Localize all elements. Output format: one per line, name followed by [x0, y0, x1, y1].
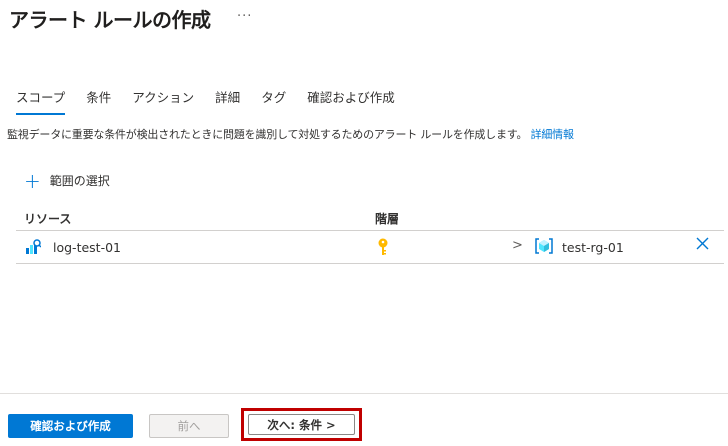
tab-scope[interactable]: スコープ	[16, 87, 66, 115]
chevron-right-icon: >	[512, 238, 523, 253]
column-header-hierarchy: 階層	[375, 212, 400, 226]
table-header-divider	[16, 230, 724, 231]
key-icon	[378, 238, 388, 255]
tab-details[interactable]: 詳細	[215, 87, 240, 111]
select-scope-button[interactable]: + 範囲の選択	[24, 168, 110, 193]
tab-review-create[interactable]: 確認および作成	[307, 87, 395, 111]
resource-group-name: test-rg-01	[562, 240, 624, 255]
page-title: アラート ルールの作成	[9, 8, 211, 32]
close-icon[interactable]	[695, 236, 710, 251]
learn-more-link[interactable]: 詳細情報	[531, 128, 574, 141]
next-button-highlight: 次へ: 条件 >	[241, 408, 362, 441]
column-header-resource: リソース	[24, 212, 72, 226]
tab-bar: スコープ 条件 アクション 詳細 タグ 確認および作成	[16, 87, 416, 115]
table-row-divider	[16, 263, 724, 264]
next-condition-button[interactable]: 次へ: 条件 >	[248, 414, 355, 435]
select-scope-label: 範囲の選択	[49, 174, 110, 188]
review-create-button[interactable]: 確認および作成	[8, 414, 133, 438]
plus-icon: +	[24, 168, 41, 193]
tab-tags[interactable]: タグ	[261, 87, 286, 111]
previous-button[interactable]: 前へ	[149, 414, 229, 438]
tab-condition[interactable]: 条件	[86, 87, 111, 111]
description: 監視データに重要な条件が検出されたときに問題を識別して対処するためのアラート ル…	[7, 126, 574, 142]
description-text: 監視データに重要な条件が検出されたときに問題を識別して対処するためのアラート ル…	[7, 128, 528, 141]
log-analytics-icon	[26, 239, 41, 254]
resource-group-icon	[535, 238, 553, 254]
footer-divider	[0, 393, 728, 394]
more-options-button[interactable]: ···	[237, 9, 252, 24]
tab-actions[interactable]: アクション	[132, 87, 194, 111]
resource-name: log-test-01	[53, 240, 121, 255]
